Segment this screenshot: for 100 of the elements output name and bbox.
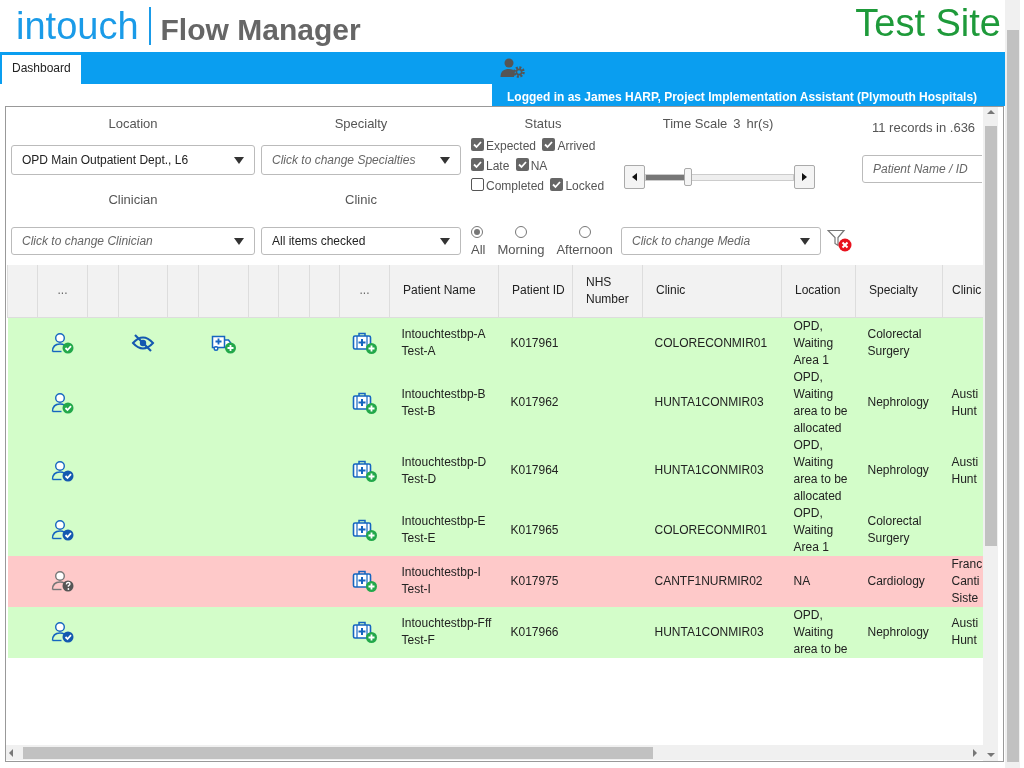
medkit-icon[interactable] — [351, 458, 378, 483]
caret-icon — [800, 237, 810, 245]
table-row[interactable]: Intouchtestbp-B Test-B K017962 HUNTA1CONMIR03 OPD, Waiting area to be allocated Nephrology Austi Hunt — [7, 368, 983, 437]
radio-button[interactable] — [514, 226, 527, 238]
table-cell: Franc Canti Siste — [942, 555, 983, 607]
table-cell: Intouchtestbp-I Test-I — [389, 555, 499, 607]
scrollbar[interactable] — [1005, 0, 1020, 768]
person-icon[interactable] — [50, 570, 75, 592]
app-title: Flow Manager — [160, 13, 361, 47]
person-icon[interactable] — [50, 519, 75, 541]
table-cell: OPD, Waiting Area 1 — [781, 317, 856, 369]
person-icon[interactable] — [50, 391, 75, 414]
column-header[interactable]: ... — [339, 265, 390, 317]
column-header[interactable]: Clinic — [942, 265, 983, 317]
checkbox-label: Expected — [486, 139, 537, 153]
column-header[interactable]: Patient Name — [389, 265, 499, 317]
table-cell: K017966 — [498, 606, 573, 658]
table-cell: K017961 — [498, 317, 573, 369]
person-icon[interactable] — [50, 459, 75, 482]
table-cell: Intouchtestbp-A Test-A — [389, 317, 499, 369]
table-cell: Intouchtestbp-B Test-B — [389, 368, 499, 437]
table-cell: HUNTA1CONMIR03 — [642, 368, 782, 437]
column-header[interactable]: Specialty — [855, 265, 943, 317]
table-cell: Intouchtestbp-D Test-D — [389, 436, 499, 505]
column-header[interactable]: ... — [37, 265, 88, 317]
table-cell: Intouchtestbp-Fff Test-F — [389, 606, 499, 658]
medkit-icon[interactable] — [351, 331, 378, 355]
caret-icon — [440, 237, 450, 245]
table-cell: Cardiology — [855, 555, 943, 607]
dashboard-tab[interactable]: Dashboard — [2, 55, 81, 84]
table-cell: HUNTA1CONMIR03 — [642, 606, 782, 658]
checkbox-label: Late — [486, 159, 510, 173]
table-cell: K017965 — [498, 504, 573, 556]
caret-icon — [234, 156, 244, 164]
filter-clear-icon[interactable] — [827, 229, 853, 253]
checkbox[interactable] — [471, 138, 484, 151]
checkbox[interactable] — [471, 158, 484, 171]
scrollbar[interactable] — [6, 745, 983, 760]
slider-track[interactable] — [645, 173, 794, 181]
person-icon[interactable] — [50, 621, 75, 643]
triangle-right-icon — [802, 173, 807, 181]
table-row[interactable]: Intouchtestbp-Fff Test-F K017966 HUNTA1CONMIR03 OPD, Waiting area to be Nephrology Austi Hunt — [7, 606, 983, 658]
person-icon[interactable] — [50, 332, 75, 354]
checkbox-label: Arrived — [557, 139, 596, 153]
column-header[interactable]: Location — [781, 265, 856, 317]
login-info: Logged in as James HARP, Project Implementation Assistant (Plymouth Hospitals) — [492, 84, 1005, 106]
checkbox[interactable] — [550, 178, 564, 191]
column-header[interactable]: Patient ID — [498, 265, 573, 317]
record-count: 11 records in .636 — [871, 119, 977, 135]
table-cell: Nephrology — [855, 368, 943, 437]
caret-icon — [234, 237, 244, 245]
medkit-icon[interactable] — [351, 620, 378, 644]
table-cell: Colorectal Surgery — [855, 504, 943, 556]
column-header[interactable]: NHS Number — [572, 265, 643, 317]
checkbox-label: NA — [530, 159, 548, 173]
table-cell: Colorectal Surgery — [855, 317, 943, 369]
table-row[interactable]: Intouchtestbp-E Test-E K017965 COLORECONMIR01 OPD, Waiting Area 1 Colorectal Surgery — [7, 504, 983, 556]
specialty-dropdown[interactable]: Click to change Specialties — [261, 145, 461, 175]
filter-label: Clinic — [344, 191, 378, 207]
clinic-dropdown[interactable]: All items checked — [261, 227, 461, 255]
scrollbar[interactable] — [983, 107, 998, 761]
clinician-dropdown[interactable]: Click to change Clinician — [11, 227, 255, 255]
location-dropdown[interactable]: OPD Main Outpatient Dept., L6 — [11, 145, 255, 175]
checkbox[interactable] — [542, 138, 556, 151]
table-cell: NA — [781, 555, 856, 607]
site-label: Test Site — [855, 2, 1001, 45]
time-scale-value: 3 — [733, 116, 741, 131]
table-cell: HUNTA1CONMIR03 — [642, 436, 782, 505]
table-cell: Austi Hunt — [942, 368, 983, 437]
time-scale-unit: hr(s) — [746, 116, 774, 131]
table-row[interactable]: Intouchtestbp-A Test-A K017961 COLORECONMIR01 OPD, Waiting Area 1 Colorectal Surgery — [7, 317, 983, 369]
radio-button[interactable] — [578, 226, 591, 238]
column-header[interactable]: Clinic — [642, 265, 782, 317]
table-row[interactable]: Intouchtestbp-I Test-I K017975 CANTF1NURMIR02 NA Cardiology Franc Canti Siste — [7, 555, 983, 607]
checkbox[interactable] — [515, 158, 529, 171]
table-row[interactable]: Intouchtestbp-D Test-D K017964 HUNTA1CONMIR03 OPD, Waiting area to be allocated Nephrology Austi Hunt — [7, 436, 983, 505]
user-gear-icon[interactable] — [500, 57, 526, 79]
filter-label: Specialty — [333, 115, 389, 133]
radio-button[interactable] — [471, 226, 483, 238]
checkbox-label: Locked — [565, 179, 605, 193]
slider-left-button[interactable] — [624, 165, 645, 189]
caret-icon — [440, 156, 450, 164]
checkbox[interactable] — [471, 178, 484, 191]
filter-label: Clinician — [107, 191, 159, 207]
slider-thumb[interactable] — [684, 168, 693, 186]
medkit-icon[interactable] — [351, 518, 378, 542]
radio-label: Afternoon — [556, 242, 613, 257]
table-cell: OPD, Waiting area to be allocated — [781, 436, 856, 505]
search-field[interactable]: Patient Name / ID — [862, 155, 982, 183]
table-cell: CANTF1NURMIR02 — [642, 555, 782, 607]
medkit-icon[interactable] — [351, 569, 378, 593]
media-dropdown[interactable]: Click to change Media — [621, 227, 821, 255]
table-cell: Nephrology — [855, 606, 943, 658]
table-cell: Austi Hunt — [942, 606, 983, 658]
slider-right-button[interactable] — [794, 165, 815, 189]
table-cell: Intouchtestbp-E Test-E — [389, 504, 499, 556]
medkit-icon[interactable] — [351, 390, 378, 415]
filter-label: Status — [523, 115, 563, 133]
table-cell: COLORECONMIR01 — [642, 317, 782, 369]
eye-slash-icon[interactable] — [131, 333, 155, 353]
